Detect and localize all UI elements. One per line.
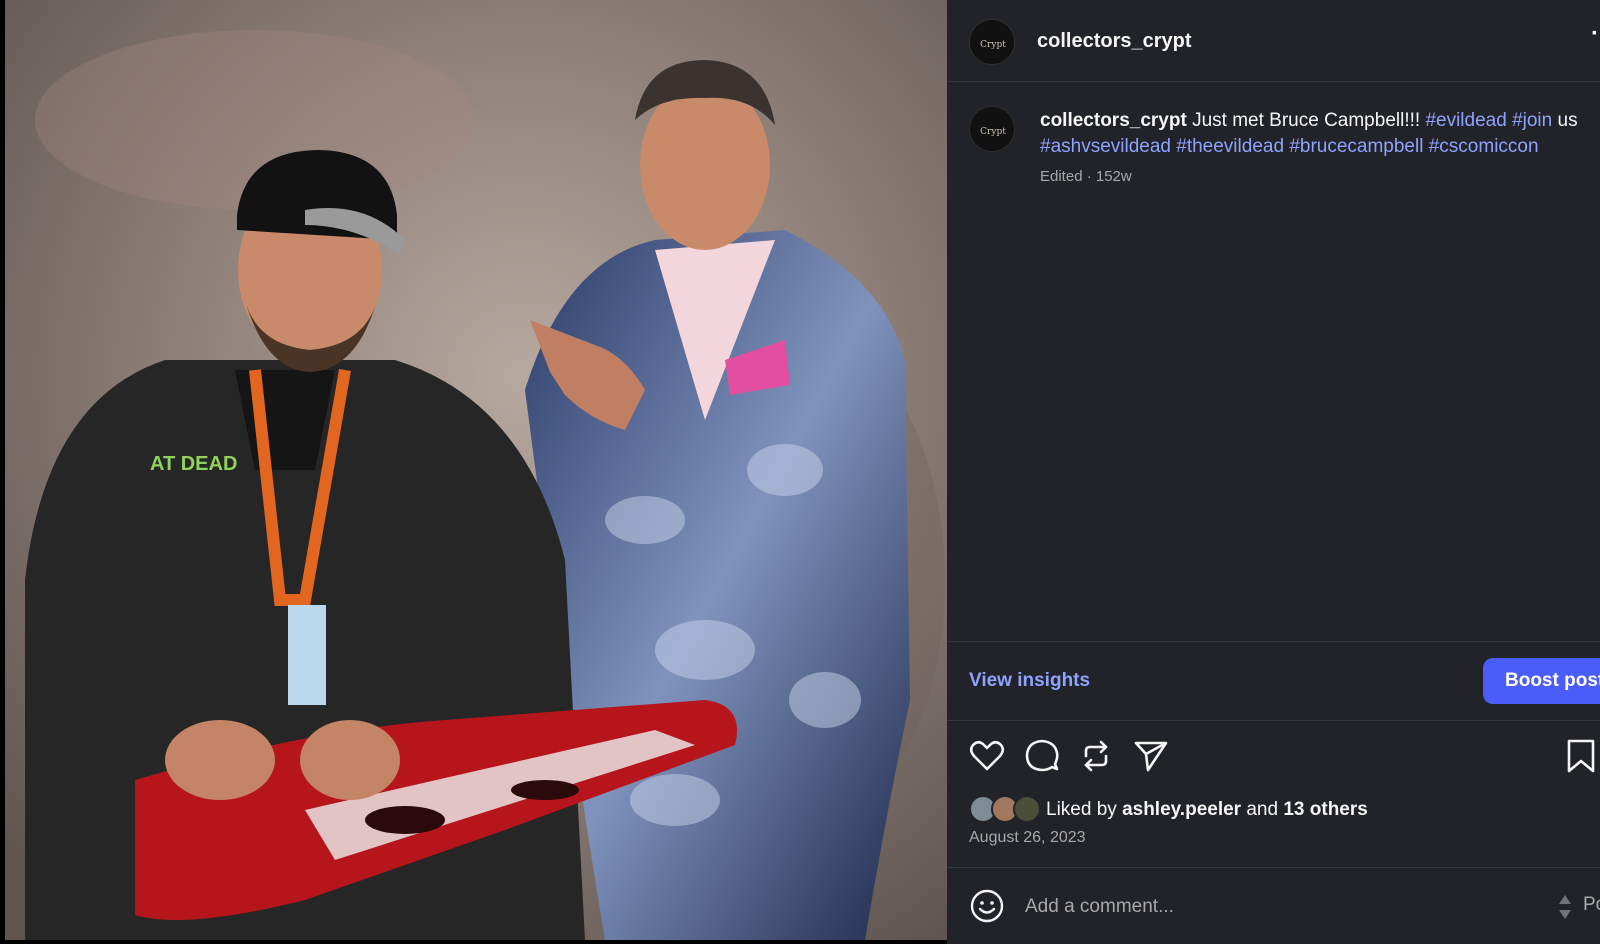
expand-arrows-icon[interactable] (1557, 892, 1573, 922)
bookmark-icon[interactable] (1561, 736, 1600, 776)
hashtag[interactable]: #cscomiccon (1429, 136, 1539, 157)
caption-word: us (1557, 110, 1578, 131)
comment-icon[interactable] (1022, 736, 1062, 776)
action-bar (947, 732, 1600, 780)
liker-username[interactable]: ashley.peeler (1122, 799, 1241, 820)
hashtag[interactable]: #ashvsevildead (1040, 136, 1171, 157)
liker-avatar[interactable] (1013, 795, 1041, 823)
hashtag[interactable]: #join (1512, 110, 1552, 131)
heart-icon[interactable] (967, 736, 1007, 776)
caption-body: Just met Bruce Campbell!!! (1192, 110, 1421, 131)
hashtag[interactable]: #evildead (1425, 110, 1506, 131)
more-options-icon[interactable]: ··· (1591, 20, 1600, 48)
svg-text:Crypt: Crypt (980, 40, 1006, 50)
post-detail-panel: Crypt collectors_crypt ··· Crypt collect… (947, 0, 1600, 944)
likes-prefix: Liked by (1046, 799, 1117, 820)
post-comment-button[interactable]: Post (1583, 894, 1600, 916)
hashtag[interactable]: #theevildead (1176, 136, 1284, 157)
header-username[interactable]: collectors_crypt (1037, 30, 1192, 53)
view-insights-link[interactable]: View insights (969, 670, 1090, 692)
caption-avatar[interactable]: Crypt (969, 106, 1015, 152)
likes-text: Liked by ashley.peeler and 13 others (1046, 799, 1368, 821)
comment-bar: Post (947, 867, 1600, 944)
repost-icon[interactable] (1076, 736, 1116, 776)
caption-text: collectors_crypt Just met Bruce Campbell… (1040, 108, 1600, 160)
caption-username[interactable]: collectors_crypt (1040, 110, 1187, 131)
post-photo[interactable]: AT DEAD (5, 0, 947, 940)
boost-post-button[interactable]: Boost post (1483, 658, 1600, 704)
post-header: Crypt collectors_crypt ··· (947, 0, 1600, 82)
post-meta: Edited · 152w (1040, 168, 1132, 185)
hashtag[interactable]: #brucecampbell (1289, 136, 1423, 157)
likes-and: and (1246, 799, 1279, 820)
likes-others[interactable]: 13 others (1283, 799, 1367, 820)
profile-avatar[interactable]: Crypt (969, 19, 1015, 65)
svg-text:AT DEAD: AT DEAD (150, 453, 237, 475)
svg-text:Crypt: Crypt (980, 127, 1006, 137)
emoji-icon[interactable] (969, 888, 1005, 924)
post-date[interactable]: August 26, 2023 (969, 829, 1086, 847)
post-caption: Crypt collectors_crypt Just met Bruce Ca… (947, 82, 1600, 642)
share-icon[interactable] (1131, 736, 1171, 776)
insights-bar: View insights Boost post (947, 641, 1600, 721)
comment-input[interactable] (1025, 892, 1505, 922)
